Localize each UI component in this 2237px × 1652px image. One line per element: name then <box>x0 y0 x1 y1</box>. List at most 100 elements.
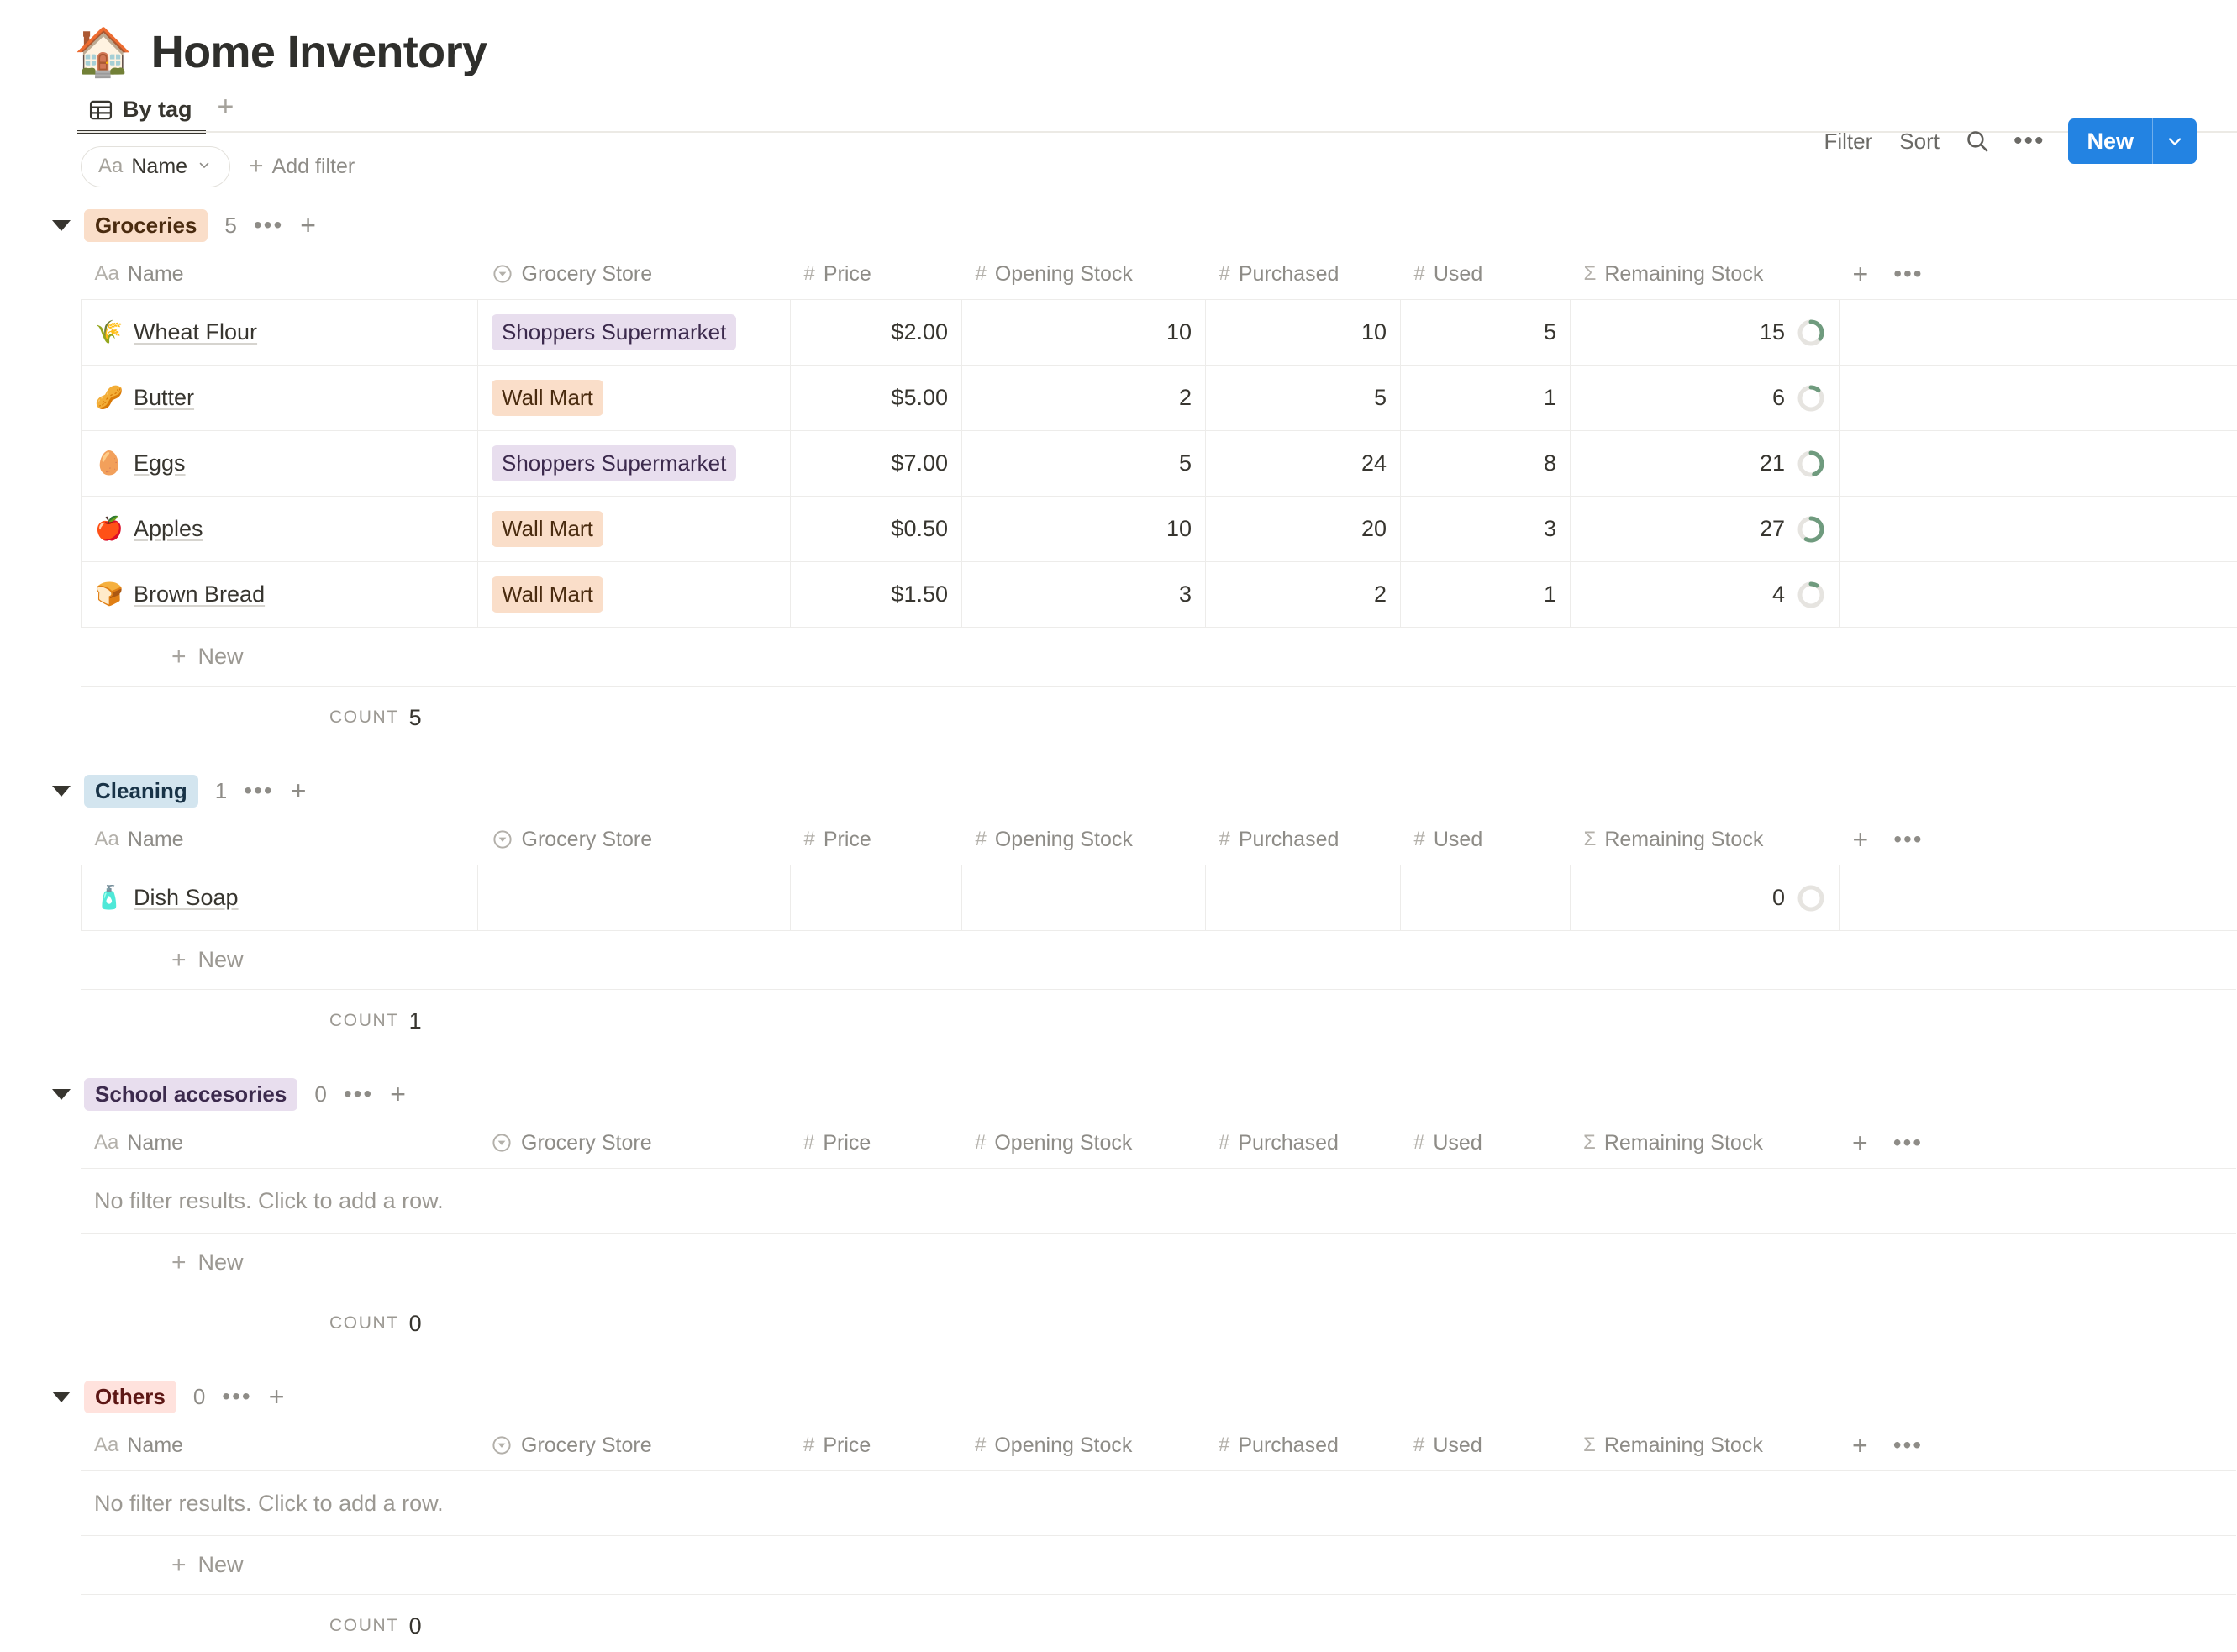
cell-used[interactable]: 5 <box>1400 299 1571 366</box>
column-header-open[interactable]: # Opening Stock <box>962 818 1206 865</box>
collapse-triangle-icon[interactable] <box>52 1391 71 1402</box>
cell-used[interactable]: 1 <box>1400 365 1571 431</box>
column-header-open[interactable]: # Opening Stock <box>962 252 1206 300</box>
group-add-icon[interactable]: + <box>269 1383 285 1410</box>
cell-purchased[interactable]: 10 <box>1205 299 1401 366</box>
filter-chip-name[interactable]: Aa Name <box>81 145 231 187</box>
group-add-icon[interactable]: + <box>390 1081 406 1107</box>
item-name[interactable]: Apples <box>134 516 203 542</box>
group-add-icon[interactable]: + <box>300 212 316 239</box>
column-header-name[interactable]: Aa Name <box>82 252 478 300</box>
new-button[interactable]: New <box>2068 118 2197 164</box>
cell-remaining-stock[interactable]: 27 <box>1570 496 1840 562</box>
group-tag[interactable]: Groceries <box>84 208 208 242</box>
cell-price[interactable]: $1.50 <box>790 561 962 628</box>
cell-used[interactable]: 1 <box>1400 561 1571 628</box>
add-row-button[interactable]: + New <box>81 628 2236 687</box>
group-count-footer[interactable]: COUNT 1 <box>81 990 2236 1052</box>
group-tag[interactable]: Cleaning <box>84 774 198 808</box>
sort-button[interactable]: Sort <box>1886 118 1953 165</box>
cell-used[interactable]: 8 <box>1400 430 1571 497</box>
column-header-price[interactable]: # Price <box>791 252 962 300</box>
cell-purchased[interactable]: 20 <box>1205 496 1401 562</box>
cell-name[interactable]: 🥚 Eggs <box>81 430 478 497</box>
add-view-button[interactable]: + <box>206 92 246 133</box>
column-header-store[interactable]: Grocery Store <box>477 1423 790 1470</box>
cell-price[interactable]: $7.00 <box>790 430 962 497</box>
table-row[interactable]: 🥜 Butter Wall Mart $5.00 2 5 1 6 <box>81 365 2237 431</box>
empty-state-row[interactable]: No filter results. Click to add a row. <box>81 1470 2236 1536</box>
add-column-icon[interactable]: + <box>1852 1129 1868 1156</box>
column-header-used[interactable]: # Used <box>1400 1121 1570 1168</box>
group-count-footer[interactable]: COUNT 0 <box>81 1292 2236 1355</box>
cell-store[interactable]: Wall Mart <box>477 365 791 431</box>
column-header-price[interactable]: # Price <box>790 1121 961 1168</box>
table-row[interactable]: 🌾 Wheat Flour Shoppers Supermarket $2.00… <box>81 299 2237 366</box>
cell-store[interactable]: Shoppers Supermarket <box>477 430 791 497</box>
cell-opening-stock[interactable]: 10 <box>961 299 1206 366</box>
cell-used[interactable]: 3 <box>1400 496 1571 562</box>
table-row[interactable]: 🧴 Dish Soap 0 <box>81 865 2237 931</box>
column-header-used[interactable]: # Used <box>1401 252 1571 300</box>
chevron-down-icon[interactable] <box>2152 118 2197 164</box>
item-name[interactable]: Butter <box>134 385 194 411</box>
column-header-purch[interactable]: # Purchased <box>1206 252 1401 300</box>
cell-name[interactable]: 🍎 Apples <box>81 496 478 562</box>
cell-purchased[interactable]: 5 <box>1205 365 1401 431</box>
column-header-open[interactable]: # Opening Stock <box>961 1423 1205 1470</box>
group-count-footer[interactable]: COUNT 0 <box>81 1595 2236 1652</box>
group-more-icon[interactable]: ••• <box>218 1385 255 1408</box>
column-header-price[interactable]: # Price <box>791 818 962 865</box>
cell-opening-stock[interactable] <box>961 865 1206 931</box>
group-tag[interactable]: School accesories <box>84 1077 298 1111</box>
store-tag[interactable]: Shoppers Supermarket <box>492 445 737 482</box>
column-header-used[interactable]: # Used <box>1400 1423 1570 1470</box>
cell-price[interactable] <box>790 865 962 931</box>
cell-store[interactable]: Wall Mart <box>477 496 791 562</box>
item-name[interactable]: Wheat Flour <box>134 319 257 345</box>
column-header-store[interactable]: Grocery Store <box>478 818 791 865</box>
column-header-rem[interactable]: Σ Remaining Stock <box>1571 818 1840 865</box>
cell-remaining-stock[interactable]: 4 <box>1570 561 1840 628</box>
column-more-icon[interactable]: ••• <box>1890 1434 1926 1457</box>
column-more-icon[interactable]: ••• <box>1890 1131 1926 1155</box>
empty-state-row[interactable]: No filter results. Click to add a row. <box>81 1168 2236 1234</box>
collapse-triangle-icon[interactable] <box>52 785 71 797</box>
cell-price[interactable]: $0.50 <box>790 496 962 562</box>
cell-remaining-stock[interactable]: 6 <box>1570 365 1840 431</box>
group-more-icon[interactable]: ••• <box>240 779 276 802</box>
cell-price[interactable]: $2.00 <box>790 299 962 366</box>
column-header-open[interactable]: # Opening Stock <box>961 1121 1205 1168</box>
cell-purchased[interactable] <box>1205 865 1401 931</box>
group-add-icon[interactable]: + <box>291 777 307 804</box>
column-header-rem[interactable]: Σ Remaining Stock <box>1570 1121 1839 1168</box>
add-row-button[interactable]: + New <box>81 1234 2236 1292</box>
cell-remaining-stock[interactable]: 15 <box>1570 299 1840 366</box>
store-tag[interactable]: Wall Mart <box>492 576 603 613</box>
add-column-icon[interactable]: + <box>1852 1432 1868 1459</box>
item-name[interactable]: Dish Soap <box>134 885 239 911</box>
add-column-icon[interactable]: + <box>1853 826 1869 853</box>
group-tag[interactable]: Others <box>84 1380 176 1413</box>
cell-store[interactable] <box>477 865 791 931</box>
add-filter-button[interactable]: + Add filter <box>249 154 355 179</box>
group-more-icon[interactable]: ••• <box>250 213 287 237</box>
column-header-purch[interactable]: # Purchased <box>1205 1121 1400 1168</box>
group-more-icon[interactable]: ••• <box>340 1082 376 1106</box>
cell-remaining-stock[interactable]: 21 <box>1570 430 1840 497</box>
column-header-store[interactable]: Grocery Store <box>478 252 791 300</box>
cell-opening-stock[interactable]: 3 <box>961 561 1206 628</box>
store-tag[interactable]: Wall Mart <box>492 379 603 417</box>
cell-price[interactable]: $5.00 <box>790 365 962 431</box>
collapse-triangle-icon[interactable] <box>52 219 71 231</box>
add-column-icon[interactable]: + <box>1853 260 1869 287</box>
cell-name[interactable]: 🧴 Dish Soap <box>81 865 478 931</box>
column-header-name[interactable]: Aa Name <box>81 1423 477 1470</box>
table-row[interactable]: 🍎 Apples Wall Mart $0.50 10 20 3 27 <box>81 496 2237 562</box>
add-row-button[interactable]: + New <box>81 931 2236 990</box>
cell-name[interactable]: 🍞 Brown Bread <box>81 561 478 628</box>
cell-store[interactable]: Wall Mart <box>477 561 791 628</box>
add-row-button[interactable]: + New <box>81 1536 2236 1595</box>
column-header-store[interactable]: Grocery Store <box>477 1121 790 1168</box>
column-more-icon[interactable]: ••• <box>1890 828 1926 851</box>
